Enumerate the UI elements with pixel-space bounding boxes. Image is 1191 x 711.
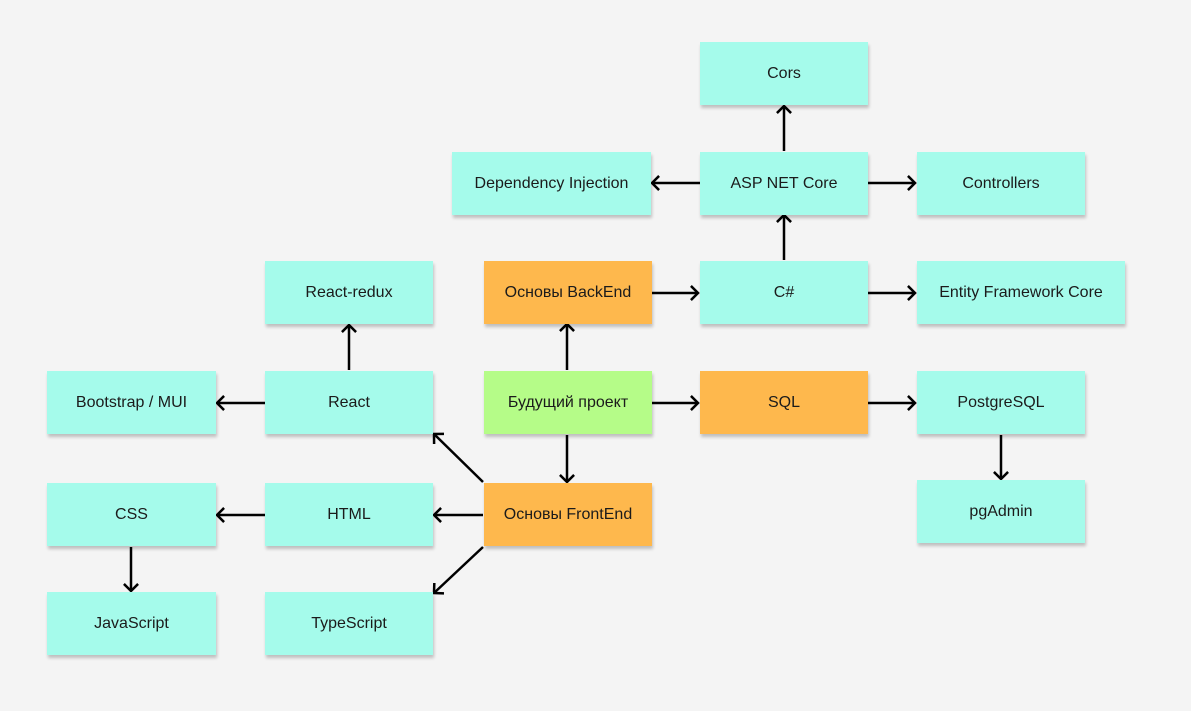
edge-react-to-redux [341, 323, 357, 370]
edge-line [433, 546, 484, 594]
node-label: TypeScript [311, 614, 387, 632]
node-label: Основы FrontEnd [503, 505, 633, 523]
node-label: PostgreSQL [957, 393, 1045, 411]
arrow-head-icon [650, 175, 660, 191]
node-label: React [328, 393, 370, 411]
arrow-head-icon [432, 507, 442, 523]
node-bootstrap-mui[interactable]: Bootstrap / MUI [47, 371, 216, 434]
node-label: HTML [327, 505, 371, 523]
node-react-redux[interactable]: React-redux [265, 261, 433, 324]
node-backend-basics[interactable]: Основы BackEnd [484, 261, 652, 324]
arrow-head-icon [215, 395, 225, 411]
edge-sql-to-postgres [868, 395, 917, 411]
arrow-head-icon [432, 432, 445, 445]
node-future-project[interactable]: Будущий проект [484, 371, 652, 434]
node-label: pgAdmin [969, 502, 1033, 520]
node-label: JavaScript [94, 614, 169, 632]
edge-csharp-to-efcore [868, 285, 917, 301]
node-label: Controllers [962, 174, 1040, 192]
node-label: Основы BackEnd [504, 283, 632, 301]
arrow-head-icon [776, 213, 792, 223]
node-label: C# [773, 283, 795, 301]
arrow-head-icon [559, 474, 575, 484]
node-sql[interactable]: SQL [700, 371, 868, 434]
arrow-head-icon [215, 507, 225, 523]
node-asp-net-core[interactable]: ASP NET Core [700, 152, 868, 215]
node-label: Bootstrap / MUI [75, 393, 188, 411]
node-label: SQL [767, 393, 800, 411]
arrow-head-icon [341, 323, 357, 333]
edge-frontend-to-html [432, 507, 483, 523]
node-label: Будущий проект [507, 393, 629, 411]
edge-csharp-to-aspnet [776, 213, 792, 260]
edge-postgres-to-pgadmin [993, 435, 1009, 481]
node-cors[interactable]: Cors [700, 42, 868, 105]
arrow-head-icon [559, 322, 575, 332]
arrow-head-icon [907, 175, 917, 191]
node-frontend-basics[interactable]: Основы FrontEnd [484, 483, 652, 546]
node-typescript[interactable]: TypeScript [265, 592, 433, 655]
arrow-head-icon [123, 583, 139, 593]
arrow-head-icon [993, 471, 1009, 481]
node-html[interactable]: HTML [265, 483, 433, 546]
edge-frontend-to-react [432, 432, 484, 483]
node-label: React-redux [305, 283, 393, 301]
edge-project-to-frontend [559, 435, 575, 484]
node-label: Dependency Injection [474, 174, 629, 192]
node-entity-framework-core[interactable]: Entity Framework Core [917, 261, 1125, 324]
arrow-head-icon [907, 395, 917, 411]
node-csharp[interactable]: C# [700, 261, 868, 324]
node-react[interactable]: React [265, 371, 433, 434]
edge-project-to-backend [559, 322, 575, 370]
edge-backend-to-csharp [652, 285, 700, 301]
arrow-head-icon [907, 285, 917, 301]
node-postgresql[interactable]: PostgreSQL [917, 371, 1085, 434]
node-pgadmin[interactable]: pgAdmin [917, 480, 1085, 543]
edge-aspnet-to-cors [776, 104, 792, 151]
edge-project-to-sql [652, 395, 700, 411]
node-label: Cors [767, 64, 801, 82]
arrow-head-icon [690, 395, 700, 411]
arrow-head-icon [776, 104, 792, 114]
node-label: ASP NET Core [730, 174, 838, 192]
arrow-head-icon [690, 285, 700, 301]
edge-aspnet-to-di [650, 175, 700, 191]
node-controllers[interactable]: Controllers [917, 152, 1085, 215]
edge-react-to-bootstrap [215, 395, 265, 411]
node-javascript[interactable]: JavaScript [47, 592, 216, 655]
edge-aspnet-to-controllers [868, 175, 917, 191]
edge-html-to-css [215, 507, 265, 523]
node-label: Entity Framework Core [939, 283, 1103, 301]
arrow-head-icon [432, 582, 445, 595]
node-dependency-injection[interactable]: Dependency Injection [452, 152, 651, 215]
edge-css-to-js [123, 547, 139, 593]
node-label: CSS [115, 505, 148, 523]
node-css[interactable]: CSS [47, 483, 216, 546]
diagram-canvas: Cors Dependency Injection ASP NET Core C… [0, 0, 1191, 711]
edge-frontend-to-ts [432, 546, 484, 595]
edge-line [433, 433, 484, 483]
